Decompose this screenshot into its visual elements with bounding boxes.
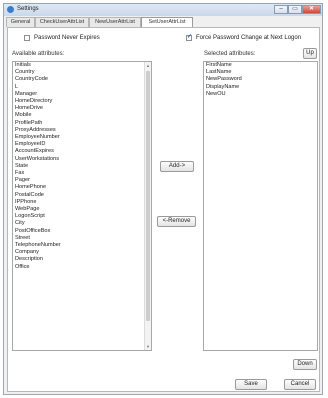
- maximize-button[interactable]: ▭: [288, 5, 302, 14]
- list-item[interactable]: NewPassword: [204, 76, 317, 83]
- list-item[interactable]: City: [13, 220, 151, 227]
- list-item[interactable]: DisplayName: [204, 84, 317, 91]
- password-never-expires-checkbox[interactable]: Password Never Expires: [24, 35, 100, 41]
- save-button[interactable]: Save: [235, 379, 267, 390]
- scroll-down-icon[interactable]: ▼: [145, 343, 151, 350]
- list-item[interactable]: FirstName: [204, 62, 317, 69]
- list-item[interactable]: State: [13, 163, 151, 170]
- scrollbar-thumb[interactable]: [146, 71, 150, 321]
- minimize-button[interactable]: –: [274, 5, 288, 14]
- set-user-attr-panel: Password Never Expires Force Password Ch…: [7, 27, 320, 392]
- remove-button[interactable]: <-Remove: [157, 216, 196, 227]
- settings-window: Settings – ▭ ✕ General CheckUserAttrList…: [3, 3, 323, 395]
- tab-general[interactable]: General: [6, 17, 35, 27]
- list-item[interactable]: UserWorkstations: [13, 156, 151, 163]
- move-up-button[interactable]: Up: [303, 48, 317, 59]
- settings-app-icon: [7, 6, 14, 13]
- list-item[interactable]: AccountExpires: [13, 148, 151, 155]
- list-item[interactable]: Street: [13, 235, 151, 242]
- available-attributes-label: Available attributes:: [12, 51, 65, 57]
- list-item[interactable]: WebPage: [13, 206, 151, 213]
- list-item[interactable]: Country: [13, 69, 151, 76]
- available-list-scrollbar[interactable]: ▲ ▼: [144, 62, 151, 350]
- list-item[interactable]: ProfilePath: [13, 120, 151, 127]
- selected-attributes-list[interactable]: FirstName LastName NewPassword DisplayName N…: [203, 61, 318, 351]
- force-password-change-box[interactable]: [186, 33, 192, 41]
- list-item[interactable]: Office: [13, 264, 151, 271]
- tab-check-user-attr-list[interactable]: CheckUserAttrList: [35, 17, 89, 27]
- list-item[interactable]: Initials: [13, 62, 151, 69]
- list-item[interactable]: LastName: [204, 69, 317, 76]
- list-item[interactable]: Company: [13, 249, 151, 256]
- list-item[interactable]: HomeDrive: [13, 105, 151, 112]
- tab-new-user-attr-list[interactable]: NewUserAttrList: [89, 17, 141, 27]
- list-item[interactable]: IPPhone: [13, 199, 151, 206]
- move-down-button[interactable]: Down: [293, 359, 317, 370]
- available-attributes-items: Initials Country CountryCode L Manager HomeDi…: [13, 62, 151, 271]
- list-item[interactable]: Mobile: [13, 112, 151, 119]
- list-item[interactable]: PostOfficeBox: [13, 228, 151, 235]
- list-item[interactable]: Manager: [13, 91, 151, 98]
- title-bar: Settings – ▭ ✕: [4, 4, 322, 16]
- force-password-change-label: Force Password Change at Next Logon: [196, 35, 302, 41]
- list-item[interactable]: EmployeeNumber: [13, 134, 151, 141]
- list-item[interactable]: NewOU: [204, 91, 317, 98]
- list-item[interactable]: Pager: [13, 177, 151, 184]
- list-item[interactable]: LogonScript: [13, 213, 151, 220]
- list-item[interactable]: Fax: [13, 170, 151, 177]
- force-password-change-checkbox[interactable]: Force Password Change at Next Logon: [186, 33, 302, 41]
- add-button[interactable]: Add->: [160, 161, 194, 172]
- list-item[interactable]: TelephoneNumber: [13, 242, 151, 249]
- list-item[interactable]: ProxyAddresses: [13, 127, 151, 134]
- cancel-button[interactable]: Cancel: [284, 379, 316, 390]
- selected-attributes-items: FirstName LastName NewPassword DisplayName N…: [204, 62, 317, 98]
- close-button[interactable]: ✕: [302, 5, 321, 14]
- list-item[interactable]: CountryCode: [13, 76, 151, 83]
- selected-attributes-label: Selected attributes:: [204, 51, 256, 57]
- password-never-expires-label: Password Never Expires: [34, 35, 100, 41]
- available-attributes-list[interactable]: Initials Country CountryCode L Manager HomeDi…: [12, 61, 152, 351]
- list-item[interactable]: Description: [13, 256, 151, 263]
- window-title: Settings: [17, 6, 39, 12]
- list-item[interactable]: HomeDirectory: [13, 98, 151, 105]
- list-item[interactable]: EmployeeID: [13, 141, 151, 148]
- list-item[interactable]: PostalCode: [13, 192, 151, 199]
- list-item[interactable]: L: [13, 84, 151, 91]
- list-item[interactable]: HomePhone: [13, 184, 151, 191]
- password-never-expires-box[interactable]: [24, 35, 30, 41]
- scroll-up-icon[interactable]: ▲: [145, 62, 151, 69]
